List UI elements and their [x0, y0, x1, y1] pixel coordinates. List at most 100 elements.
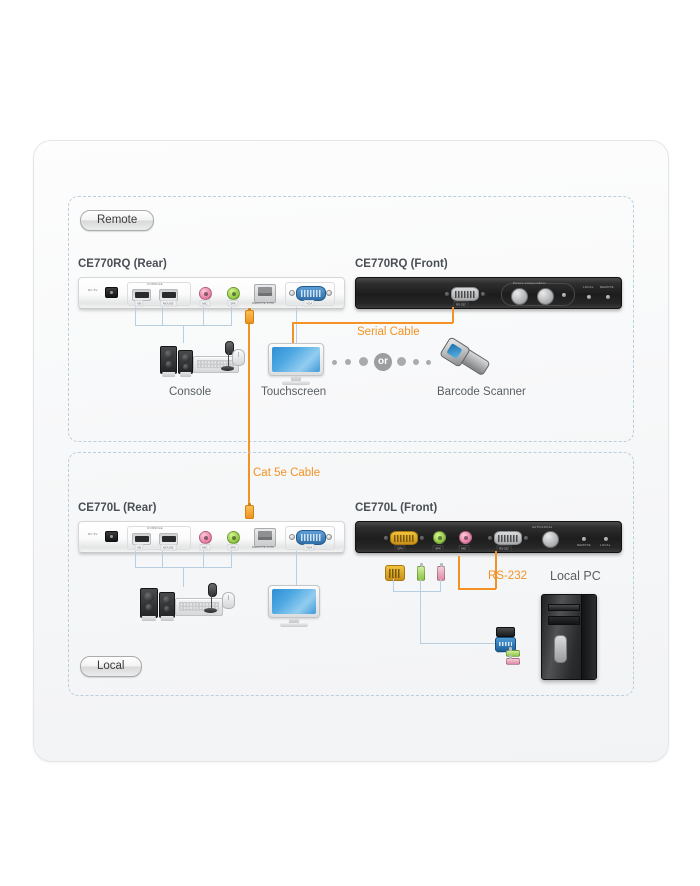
local-mic-jack-label: MIC [199, 544, 211, 551]
local-front-title: CE770L (Front) [355, 502, 438, 514]
remote-led-label: REMOTE [600, 286, 614, 290]
ce770rq-front-panel: RS-232 Picture Compensation LOCAL REMOTE [355, 277, 622, 309]
console-caption: Console [169, 386, 212, 398]
dot-6 [426, 360, 431, 365]
remote-front-title: CE770RQ (Front) [355, 258, 448, 270]
cpu-port [390, 531, 418, 545]
local-power-jack-icon [105, 531, 118, 542]
remote-zone [68, 196, 634, 442]
speaker-right-icon [178, 350, 193, 377]
local-front-speaker-jack [433, 531, 446, 544]
remote-rear-title: CE770RQ (Rear) [78, 258, 167, 270]
barcode-scanner-caption: Barcode Scanner [437, 386, 526, 398]
local-front-remote-led-label: REMOTE [577, 544, 591, 548]
local-speaker-right-icon [159, 592, 175, 621]
local-speaker-jack-label: SPK [227, 544, 239, 551]
local-power-label: DC 5V [88, 533, 98, 537]
front-db9-label: RS-232 [453, 301, 469, 308]
local-pc-caption: Local PC [550, 569, 601, 583]
harness-wire-pink [440, 579, 442, 591]
local-rj45-label: REMOTE KVM [252, 546, 274, 550]
local-speaker-jack-port [227, 531, 240, 544]
local-vga-screw-right-icon [326, 534, 332, 540]
front-db9-screw-left-icon [444, 291, 450, 297]
power-label: DC 5V [88, 289, 98, 293]
power-jack-icon [105, 287, 118, 298]
local-wire-kb [135, 551, 137, 567]
remote-badge: Remote [80, 210, 155, 231]
picture-comp-knob-plus[interactable] [537, 288, 554, 305]
rs232-cable-label: RS-232 [488, 570, 527, 582]
usb-keyboard-label: KB [134, 300, 144, 307]
vga-screw-right-icon [326, 290, 332, 296]
rj45-label: REMOTE KVM [252, 302, 274, 306]
cpu-port-label: CPU [394, 545, 407, 552]
local-vga-port-label: VGA [303, 544, 316, 551]
local-front-mic-jack [459, 531, 472, 544]
rs232-screw-left-icon [487, 535, 493, 541]
picture-compensation-label: Picture Compensation [513, 282, 547, 286]
barcode-scanner-icon [438, 336, 491, 377]
auto-local-button[interactable] [542, 531, 559, 548]
local-mic-jack-port [199, 531, 212, 544]
usb-connector-icon [496, 627, 515, 637]
picture-comp-led [562, 293, 566, 297]
wire-console-drop [183, 325, 185, 343]
front-db9-port [451, 287, 479, 301]
usb-mouse-label: MOUSE [160, 300, 177, 307]
wire-kb [135, 307, 137, 325]
local-console-group-label: CONSOLE [147, 526, 163, 530]
serial-cable-seg-h [292, 322, 453, 324]
front-db9-screw-right-icon [480, 291, 486, 297]
harness-wire-bus [393, 591, 441, 593]
local-front-mic-label: MIC [458, 545, 470, 552]
local-wire-spk [231, 551, 233, 567]
rs232-cable-seg-h [458, 588, 496, 590]
local-usb-mouse-label: MOUSE [160, 544, 177, 551]
ce770l-front-panel: CPU SPK MIC RS-232 AUTO/LOCAL REMOTE LOC… [355, 521, 622, 553]
vga-screw-left-icon [289, 290, 295, 296]
mouse-icon [232, 349, 245, 366]
local-keyboard-icon [175, 598, 223, 616]
dot-2 [345, 359, 351, 365]
local-front-remote-led [582, 537, 586, 541]
harness-wire-green [420, 579, 422, 591]
mic-jack-label: MIC [199, 300, 211, 307]
local-pc-tower-icon [541, 594, 597, 680]
local-vga-screw-left-icon [289, 534, 295, 540]
or-badge: or [374, 353, 392, 371]
dot-3 [359, 357, 368, 366]
rj45-port [254, 284, 276, 303]
local-badge: Local [80, 656, 142, 677]
cpu-screw-left-icon [383, 535, 389, 541]
pc-audio-plug-pink [506, 655, 520, 665]
cat5e-connector-top [245, 308, 254, 324]
dot-4 [397, 357, 406, 366]
local-front-local-led [604, 537, 608, 541]
wire-mic [203, 307, 205, 325]
local-wire-ms [162, 551, 164, 567]
picture-comp-knob-minus[interactable] [511, 288, 528, 305]
local-mouse-icon [222, 592, 235, 609]
wire-vga-touchscreen [296, 307, 298, 343]
rs232-port-label: RS-232 [496, 545, 512, 552]
wire-spk [231, 307, 233, 325]
auto-local-label: AUTO/LOCAL [532, 526, 553, 530]
dot-1 [332, 360, 337, 365]
speaker-left-icon [160, 346, 177, 377]
vga-port-label: VGA [303, 300, 316, 307]
console-group-label: CONSOLE [147, 282, 163, 286]
harness-wire-drop [420, 591, 422, 643]
local-usb-keyboard-label: KB [134, 544, 144, 551]
speaker-jack-port [227, 287, 240, 300]
speaker-jack-label: SPK [227, 300, 239, 307]
ce770rq-rear-panel: DC 5V CONSOLE KB MOUSE MIC SPK REMOTE KV… [78, 277, 345, 312]
local-rear-title: CE770L (Rear) [78, 502, 157, 514]
touchscreen-caption: Touchscreen [261, 386, 327, 398]
local-rj45-port [254, 528, 276, 547]
serial-cable-label: Serial Cable [357, 326, 420, 338]
serial-cable-seg-v1 [452, 307, 454, 323]
local-led [587, 295, 591, 299]
local-wire-vga-monitor [296, 551, 298, 585]
remote-led [606, 295, 610, 299]
